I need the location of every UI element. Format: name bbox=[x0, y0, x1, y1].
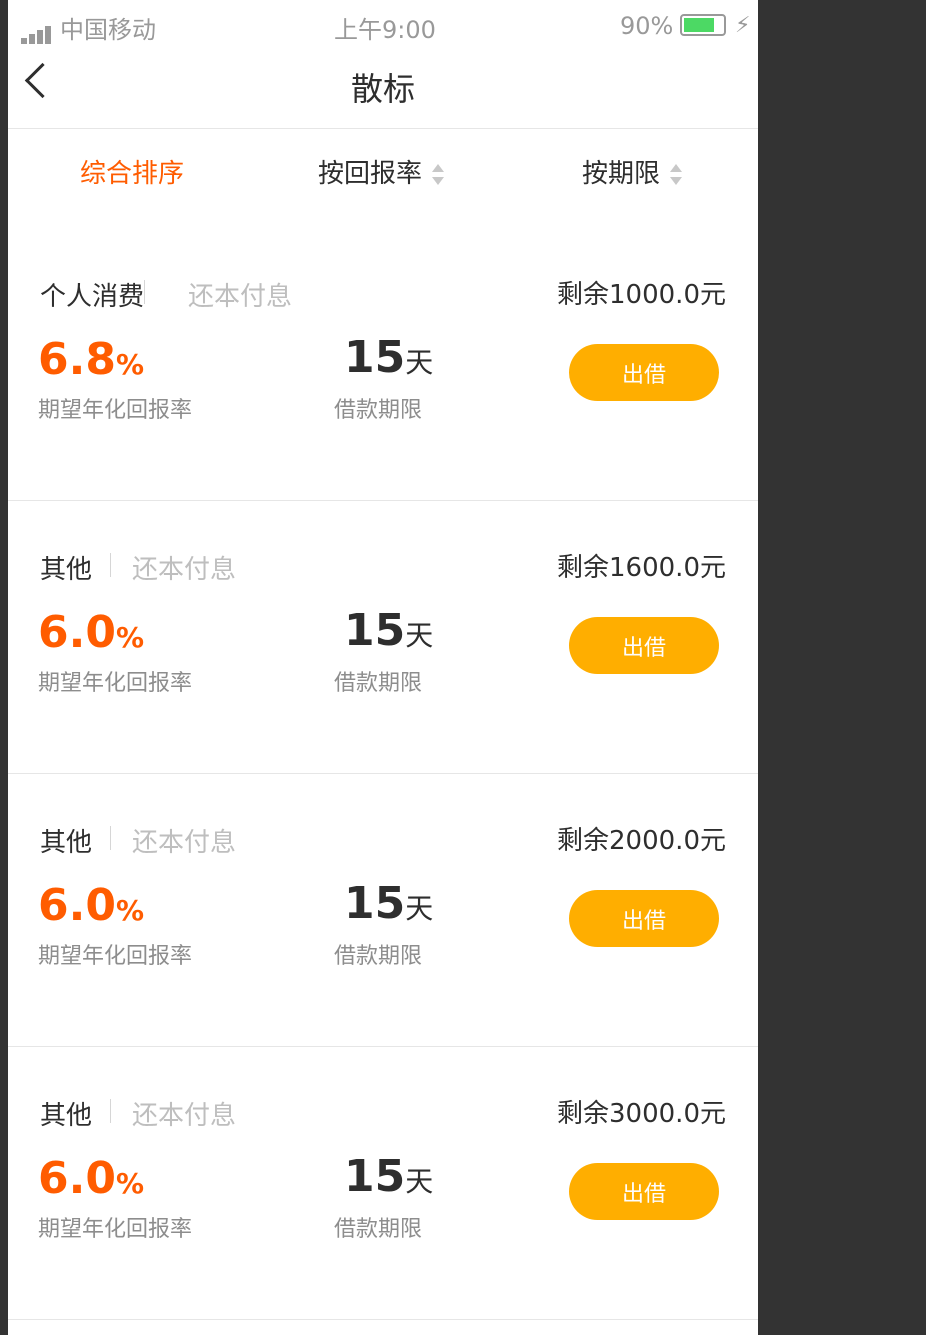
battery-percent: 90% bbox=[620, 12, 674, 40]
carrier-name: 中国移动 bbox=[60, 16, 156, 44]
remaining-amount: 剩余2000.0元 bbox=[557, 826, 726, 856]
term-value: 15 bbox=[344, 332, 406, 383]
term-label: 借款期限 bbox=[334, 1217, 423, 1242]
sort-arrows-icon bbox=[432, 163, 445, 186]
loan-card[interactable]: 其他 还本付息 剩余2000.0元 6.0% 期望年化回报率 15天 借款期限 … bbox=[8, 774, 758, 1047]
lend-button[interactable]: 出借 bbox=[569, 344, 719, 401]
rate-value: 6.0 bbox=[38, 607, 116, 658]
repayment-method: 还本付息 bbox=[132, 828, 237, 858]
lend-button[interactable]: 出借 bbox=[569, 890, 719, 947]
rate-label: 期望年化回报率 bbox=[38, 398, 193, 423]
term-unit: 天 bbox=[405, 619, 434, 652]
loan-card[interactable]: 其他 还本付息 剩余3000.0元 6.0% 期望年化回报率 15天 借款期限 … bbox=[8, 1047, 758, 1320]
remaining-amount: 剩余3000.0元 bbox=[557, 1099, 726, 1129]
loan-term: 15天 bbox=[344, 605, 433, 656]
rate-label: 期望年化回报率 bbox=[38, 671, 193, 696]
loan-term: 15天 bbox=[344, 878, 433, 929]
rate-label: 期望年化回报率 bbox=[38, 1217, 193, 1242]
rate-label: 期望年化回报率 bbox=[38, 944, 193, 969]
expected-rate: 6.0% bbox=[38, 880, 144, 931]
battery-icon bbox=[680, 14, 726, 36]
loan-card[interactable]: 个人消费 还本付息 剩余1000.0元 6.8% 期望年化回报率 15天 借款期… bbox=[8, 228, 758, 501]
term-label: 借款期限 bbox=[334, 944, 423, 969]
sort-arrows-icon bbox=[670, 163, 683, 186]
lend-button[interactable]: 出借 bbox=[569, 1163, 719, 1220]
rate-value: 6.0 bbox=[38, 880, 116, 931]
term-unit: 天 bbox=[405, 346, 434, 379]
expected-rate: 6.0% bbox=[38, 607, 144, 658]
loan-term: 15天 bbox=[344, 1151, 433, 1202]
remaining-amount: 剩余1600.0元 bbox=[557, 553, 726, 583]
status-bar: 中国移动 上午9:00 90% ⚡ bbox=[8, 0, 758, 50]
loan-category: 其他 bbox=[40, 828, 93, 858]
filter-label: 按回报率 bbox=[318, 159, 423, 189]
signal-bars-icon bbox=[21, 16, 53, 44]
loan-card[interactable]: 其他 还本付息 剩余1600.0元 6.0% 期望年化回报率 15天 借款期限 … bbox=[8, 501, 758, 774]
page-title: 散标 bbox=[350, 70, 415, 108]
filter-by-term[interactable]: 按期限 bbox=[582, 153, 683, 190]
repayment-method: 还本付息 bbox=[132, 555, 237, 585]
divider bbox=[144, 280, 145, 304]
repayment-method: 还本付息 bbox=[132, 1101, 237, 1131]
filter-comprehensive[interactable]: 综合排序 bbox=[80, 153, 184, 190]
term-value: 15 bbox=[344, 878, 406, 929]
term-unit: 天 bbox=[405, 892, 434, 925]
rate-unit: % bbox=[115, 348, 145, 381]
loan-category: 个人消费 bbox=[40, 282, 145, 312]
filter-label: 综合排序 bbox=[80, 159, 185, 189]
expected-rate: 6.8% bbox=[38, 334, 144, 385]
nav-bar: 散标 bbox=[8, 50, 758, 129]
expected-rate: 6.0% bbox=[38, 1153, 144, 1204]
filter-by-return-rate[interactable]: 按回报率 bbox=[318, 153, 445, 190]
term-label: 借款期限 bbox=[334, 398, 423, 423]
divider bbox=[110, 1099, 111, 1123]
filter-bar: 综合排序 按回报率 按期限 bbox=[8, 129, 758, 219]
divider bbox=[110, 826, 111, 850]
rate-value: 6.0 bbox=[38, 1153, 116, 1204]
phone-screen: 中国移动 上午9:00 90% ⚡ 散标 综合排序 按回报率 按期限 个人消费 … bbox=[8, 0, 758, 1335]
rate-value: 6.8 bbox=[38, 334, 116, 385]
loan-term: 15天 bbox=[344, 332, 433, 383]
status-time: 上午9:00 bbox=[334, 16, 436, 44]
term-unit: 天 bbox=[405, 1165, 434, 1198]
lightning-icon: ⚡ bbox=[735, 13, 751, 38]
loan-category: 其他 bbox=[40, 1101, 93, 1131]
filter-label: 按期限 bbox=[582, 159, 661, 189]
divider bbox=[110, 553, 111, 577]
term-value: 15 bbox=[344, 1151, 406, 1202]
rate-unit: % bbox=[115, 894, 145, 927]
loan-category: 其他 bbox=[40, 555, 93, 585]
rate-unit: % bbox=[115, 1167, 145, 1200]
lend-button[interactable]: 出借 bbox=[569, 617, 719, 674]
term-value: 15 bbox=[344, 605, 406, 656]
term-label: 借款期限 bbox=[334, 671, 423, 696]
remaining-amount: 剩余1000.0元 bbox=[557, 280, 726, 310]
rate-unit: % bbox=[115, 621, 145, 654]
repayment-method: 还本付息 bbox=[188, 282, 293, 312]
